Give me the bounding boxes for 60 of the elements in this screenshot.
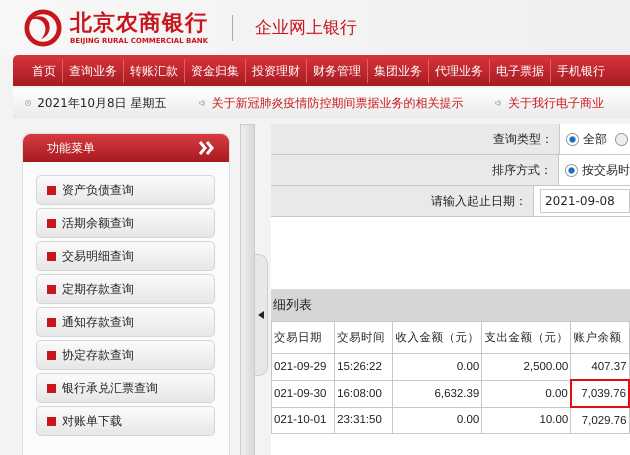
table-cell: 6,632.39	[392, 380, 482, 407]
menu-item[interactable]: 定期存款查询	[36, 274, 215, 304]
column-header: 账户余额	[570, 322, 629, 354]
nav-item[interactable]: 财务管理	[306, 58, 367, 82]
current-date: 2021年10月8日 星期五	[37, 94, 166, 112]
radio-button[interactable]	[565, 164, 578, 176]
radio-label: 全部	[583, 130, 607, 148]
nav-item[interactable]: 投资理财	[245, 58, 306, 82]
bank-name: 北京农商银行	[70, 10, 208, 36]
menu-item[interactable]: 协定存款查询	[36, 340, 215, 370]
table-cell: 021-09-29	[272, 354, 335, 380]
menu-item[interactable]: 银行承兑汇票查询	[36, 373, 215, 403]
speaker-icon	[198, 97, 206, 109]
table-cell: 23:31:50	[334, 407, 393, 434]
notice-link[interactable]: 关于新冠肺炎疫情防控期间票据业务的相关提示	[211, 94, 464, 112]
nav-item[interactable]: 电子票据	[489, 58, 550, 82]
radio-button[interactable]	[566, 132, 579, 146]
nav-item[interactable]: 代理业务	[428, 58, 489, 82]
radio-button[interactable]	[615, 132, 628, 146]
table-cell: 0.00	[392, 354, 482, 380]
table-cell: 2,500.00	[482, 354, 571, 380]
double-chevron-icon[interactable]	[199, 141, 215, 155]
bank-logo-icon	[24, 8, 62, 46]
menu-item[interactable]: 对账单下载	[36, 406, 215, 436]
form-label: 排序方式：	[271, 155, 559, 185]
nav-item[interactable]: 资金归集	[184, 58, 245, 82]
sidebar-title: 功能菜单	[47, 140, 95, 156]
table-cell: 15:26:22	[334, 354, 393, 380]
table-cell: 021-09-30	[272, 380, 335, 407]
table-cell: 7,029.76	[570, 407, 629, 434]
column-header: 交易时间	[334, 322, 393, 354]
menu-item[interactable]: 交易明细查询	[36, 241, 215, 271]
column-header: 收入金额（元）	[392, 322, 482, 354]
menu-item[interactable]: 活期余额查询	[36, 208, 215, 238]
nav-item[interactable]: 转账汇款	[123, 58, 184, 82]
scrollbar[interactable]	[240, 124, 255, 455]
table-cell: 10.00	[482, 407, 571, 434]
nav-item[interactable]: 首页	[26, 58, 62, 82]
nav-item[interactable]: 手机银行	[550, 58, 611, 82]
form-label: 请输入起止日期：	[271, 186, 534, 216]
date-field[interactable]: 2021-09-08	[540, 189, 630, 213]
column-header: 支出金额（元）	[482, 322, 571, 354]
splitter-handle[interactable]	[255, 254, 268, 376]
table-cell: 7,039.76	[570, 380, 629, 407]
product-title: 企业网上银行	[255, 17, 358, 39]
table-cell: 16:08:00	[334, 380, 393, 407]
menu-item[interactable]: 资产负债查询	[36, 175, 215, 205]
notice-link[interactable]: 关于我行电子商业	[508, 94, 604, 112]
table-cell: 0.00	[392, 407, 482, 434]
nav-item[interactable]: 查询业务	[62, 58, 123, 82]
table-cell: 021-10-01	[272, 407, 335, 434]
nav-item[interactable]: 集团业务	[367, 58, 428, 82]
clock-icon	[25, 97, 32, 109]
column-header: 交易日期	[272, 322, 335, 354]
table-title: 细列表	[273, 297, 312, 314]
speaker-icon	[495, 97, 502, 109]
radio-label: 按交易时	[582, 162, 630, 178]
form-label: 查询类型：	[271, 124, 560, 154]
menu-item[interactable]: 通知存款查询	[36, 307, 215, 337]
left-arrow-icon[interactable]	[258, 311, 264, 319]
